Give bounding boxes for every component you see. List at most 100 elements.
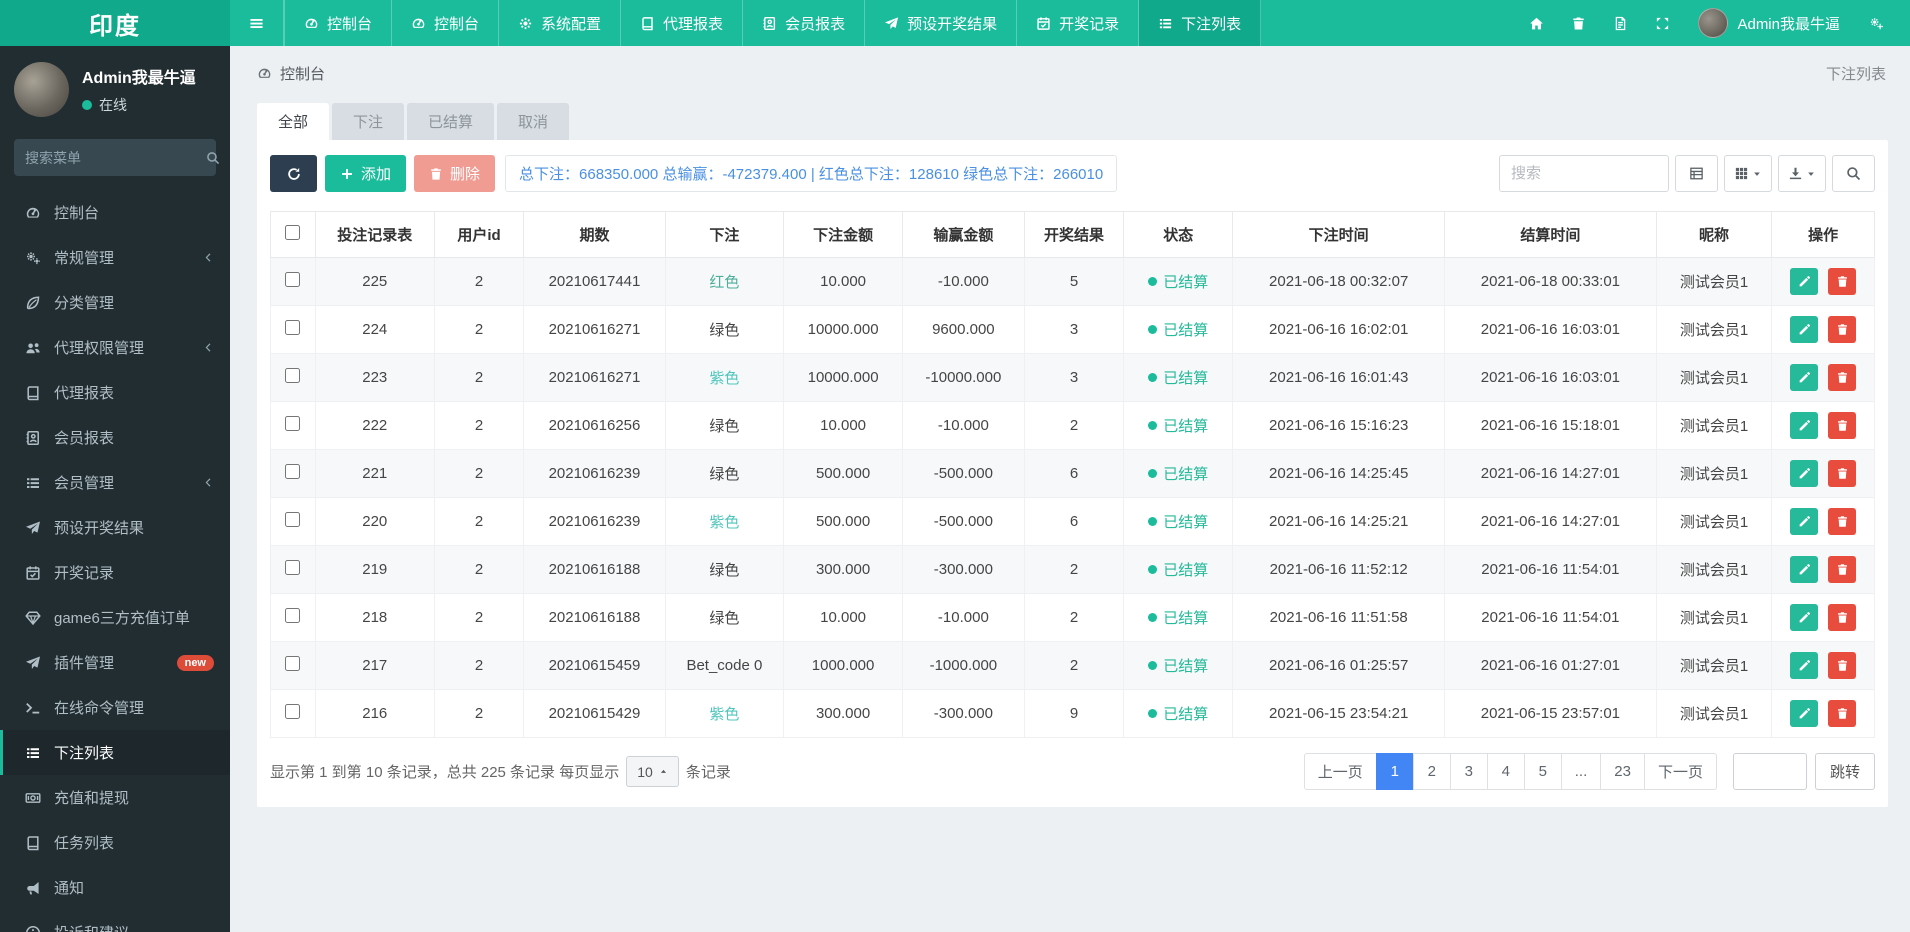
breadcrumb[interactable]: 控制台: [257, 63, 325, 84]
tab-取消[interactable]: 取消: [497, 103, 570, 140]
sidebar-item[interactable]: 常规管理: [0, 235, 230, 280]
row-checkbox[interactable]: [285, 608, 301, 623]
tab-全部[interactable]: 全部: [257, 103, 330, 140]
sidebar-search-input[interactable]: [25, 149, 206, 166]
cell-bet[interactable]: 紫色: [664, 497, 785, 546]
edit-row-button[interactable]: [1790, 460, 1819, 487]
row-checkbox[interactable]: [285, 464, 301, 479]
settings-gears-icon[interactable]: [1858, 0, 1894, 46]
export-button[interactable]: [1778, 155, 1826, 192]
row-checkbox[interactable]: [285, 272, 301, 287]
navbar-item[interactable]: 系统配置: [499, 0, 622, 46]
cell-bet[interactable]: 绿色: [664, 545, 785, 594]
edit-row-button[interactable]: [1790, 412, 1819, 439]
sidebar-item[interactable]: game6三方充值订单: [0, 595, 230, 640]
sidebar-item[interactable]: 插件管理 new: [0, 640, 230, 685]
page-item[interactable]: 3: [1449, 753, 1488, 790]
row-checkbox[interactable]: [285, 368, 301, 383]
cell-bet[interactable]: 紫色: [664, 353, 785, 402]
sidebar-item[interactable]: 会员管理: [0, 460, 230, 505]
fullscreen-icon[interactable]: [1644, 0, 1680, 46]
row-checkbox[interactable]: [285, 656, 301, 671]
delete-row-button[interactable]: [1828, 508, 1857, 535]
navbar-item[interactable]: 控制台: [284, 0, 393, 46]
cell-bet[interactable]: 绿色: [664, 593, 785, 642]
jump-button[interactable]: 跳转: [1814, 753, 1875, 790]
cell-bet[interactable]: 紫色: [664, 689, 785, 738]
navbar-item[interactable]: 开奖记录: [1017, 0, 1140, 46]
page-item[interactable]: 下一页: [1643, 753, 1717, 790]
cell-bet[interactable]: Bet_code 0: [664, 641, 785, 690]
sidebar-item[interactable]: 通知: [0, 865, 230, 910]
detail-view-button[interactable]: [1675, 155, 1718, 192]
sidebar-item[interactable]: 投诉和建议: [0, 910, 230, 932]
search-toggle-button[interactable]: [1832, 155, 1875, 192]
navbar-item[interactable]: 会员报表: [743, 0, 866, 46]
delete-row-button[interactable]: [1828, 604, 1857, 631]
navbar-item[interactable]: 代理报表: [621, 0, 744, 46]
edit-row-button[interactable]: [1790, 604, 1819, 631]
page-item[interactable]: 23: [1600, 753, 1645, 790]
columns-button[interactable]: [1724, 155, 1772, 192]
page-item[interactable]: 4: [1486, 753, 1525, 790]
edit-row-button[interactable]: [1790, 364, 1819, 391]
cell-bet[interactable]: 绿色: [664, 401, 785, 450]
tab-下注[interactable]: 下注: [332, 103, 405, 140]
page-item[interactable]: 上一页: [1303, 753, 1377, 790]
row-checkbox[interactable]: [285, 320, 301, 335]
sidebar-item[interactable]: 充值和提现: [0, 775, 230, 820]
delete-row-button[interactable]: [1828, 556, 1857, 583]
sidebar-item[interactable]: 任务列表: [0, 820, 230, 865]
delete-row-button[interactable]: [1828, 364, 1857, 391]
row-checkbox[interactable]: [285, 416, 301, 431]
row-checkbox[interactable]: [285, 704, 301, 719]
brand-logo[interactable]: 印度: [0, 0, 230, 46]
delete-row-button[interactable]: [1828, 700, 1857, 727]
navbar-user-menu[interactable]: Admin我最牛逼: [1686, 8, 1852, 38]
delete-row-button[interactable]: [1828, 460, 1857, 487]
cell-bet[interactable]: 红色: [664, 257, 785, 306]
delete-button[interactable]: 删除: [414, 155, 496, 192]
row-checkbox[interactable]: [285, 560, 301, 575]
sidebar-item[interactable]: 控制台: [0, 190, 230, 235]
delete-row-button[interactable]: [1828, 652, 1857, 679]
edit-row-button[interactable]: [1790, 652, 1819, 679]
navbar-item[interactable]: 控制台: [392, 0, 500, 46]
cell-bet[interactable]: 绿色: [664, 449, 785, 498]
sidebar-toggle-button[interactable]: [230, 0, 284, 46]
page-item[interactable]: 5: [1523, 753, 1562, 790]
trash-icon[interactable]: [1560, 0, 1596, 46]
home-icon[interactable]: [1518, 0, 1554, 46]
sidebar-item[interactable]: 代理权限管理: [0, 325, 230, 370]
delete-row-button[interactable]: [1828, 268, 1857, 295]
table-search-input[interactable]: [1499, 155, 1669, 192]
edit-row-button[interactable]: [1790, 508, 1819, 535]
refresh-button[interactable]: [270, 155, 317, 192]
page-size-dropdown[interactable]: 10: [626, 756, 679, 787]
sidebar-item[interactable]: 在线命令管理: [0, 685, 230, 730]
sidebar-item[interactable]: 下注列表: [0, 730, 230, 775]
navbar-item[interactable]: 下注列表: [1139, 0, 1262, 46]
tab-已结算[interactable]: 已结算: [407, 103, 495, 140]
sidebar-item[interactable]: 代理报表: [0, 370, 230, 415]
sidebar-item[interactable]: 开奖记录: [0, 550, 230, 595]
cell-bet[interactable]: 绿色: [664, 305, 785, 354]
page-item[interactable]: 1: [1375, 753, 1414, 790]
row-checkbox[interactable]: [285, 512, 301, 527]
edit-row-button[interactable]: [1790, 700, 1819, 727]
log-icon[interactable]: [1602, 0, 1638, 46]
edit-row-button[interactable]: [1790, 556, 1819, 583]
sidebar-item[interactable]: 预设开奖结果: [0, 505, 230, 550]
navbar-item[interactable]: 预设开奖结果: [865, 0, 1018, 46]
edit-row-button[interactable]: [1790, 268, 1819, 295]
sidebar-item[interactable]: 会员报表: [0, 415, 230, 460]
add-button[interactable]: 添加: [325, 155, 407, 192]
search-icon[interactable]: [206, 151, 220, 165]
select-all-checkbox[interactable]: [285, 225, 301, 240]
sidebar-item[interactable]: 分类管理: [0, 280, 230, 325]
page-item[interactable]: ...: [1560, 753, 1602, 790]
page-item[interactable]: 2: [1412, 753, 1451, 790]
jump-page-input[interactable]: [1732, 753, 1807, 790]
delete-row-button[interactable]: [1828, 412, 1857, 439]
edit-row-button[interactable]: [1790, 316, 1819, 343]
